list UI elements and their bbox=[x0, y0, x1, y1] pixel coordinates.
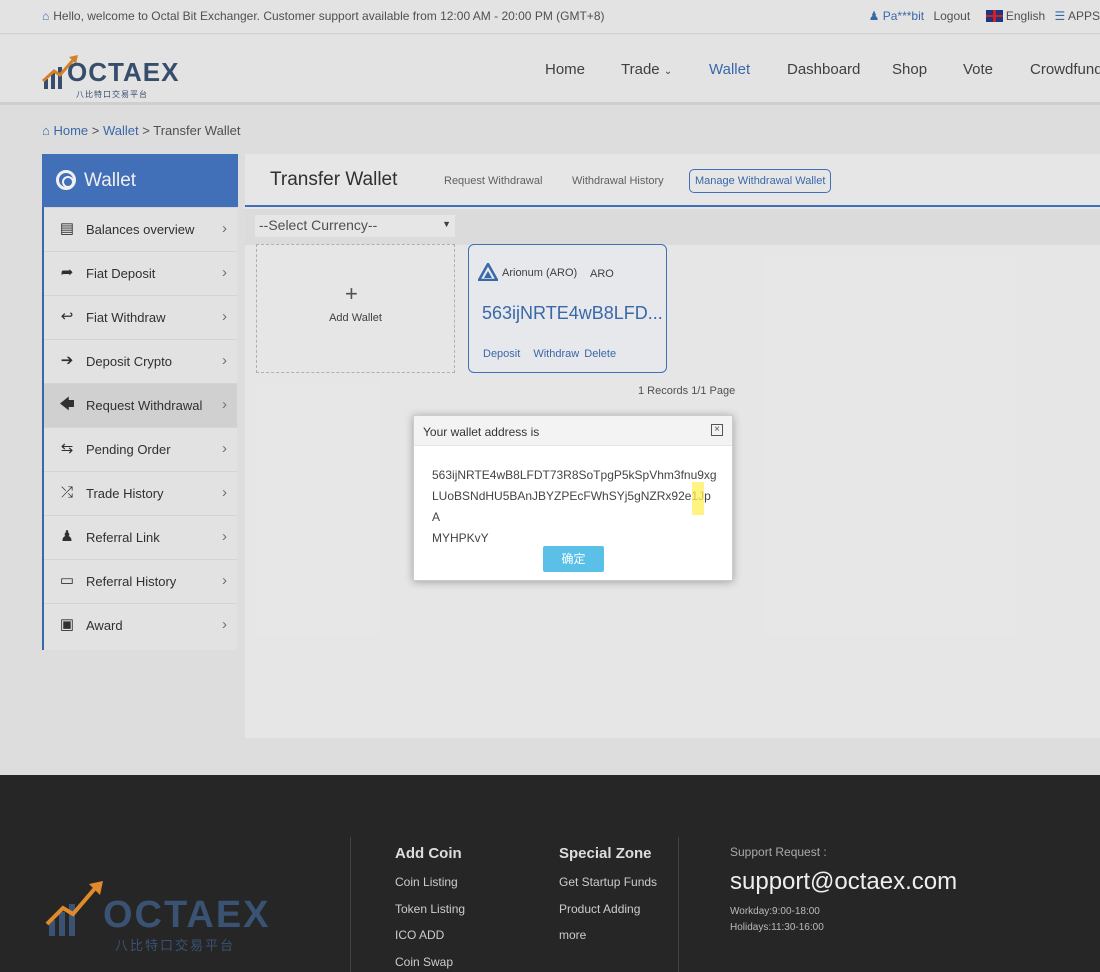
dialog-header: Your wallet address is × bbox=[414, 416, 732, 446]
dialog-title: Your wallet address is bbox=[423, 425, 540, 439]
confirm-button[interactable]: 确定 bbox=[543, 546, 604, 572]
footer-logo: OCTAEX 八比特口交易平台 bbox=[45, 880, 315, 953]
wallet-address-dialog: Your wallet address is × 563ijNRTE4wB8LF… bbox=[413, 415, 733, 581]
footer-logo-wordmark: OCTAEX bbox=[103, 894, 271, 936]
footer-logo-subtitle: 八比特口交易平台 bbox=[115, 938, 236, 953]
footer-link-token-listing[interactable]: Token Listing bbox=[395, 902, 465, 929]
footer-link-coin-listing[interactable]: Coin Listing bbox=[395, 875, 465, 902]
footer-link-startup-funds[interactable]: Get Startup Funds bbox=[559, 875, 657, 902]
close-icon[interactable]: × bbox=[711, 424, 723, 436]
dialog-address-text: 563ijNRTE4wB8LFDT73R8SoTpgP5kSpVhm3fnu9x… bbox=[432, 468, 717, 545]
footer-support: Support Request : support@octaex.com Wor… bbox=[730, 845, 958, 933]
footer-link-ico-add[interactable]: ICO ADD bbox=[395, 928, 465, 955]
footer-link-more[interactable]: more bbox=[559, 928, 657, 955]
footer-divider bbox=[678, 837, 679, 972]
modal-backdrop bbox=[0, 0, 1100, 775]
footer-special-zone: Special Zone Get Startup Funds Product A… bbox=[559, 845, 657, 955]
footer-link-product-adding[interactable]: Product Adding bbox=[559, 902, 657, 929]
text-highlight bbox=[692, 482, 704, 515]
footer-divider bbox=[350, 837, 351, 972]
footer-link-coin-swap[interactable]: Coin Swap bbox=[395, 955, 465, 972]
footer-add-coin: Add Coin Coin Listing Token Listing ICO … bbox=[395, 845, 465, 972]
site-footer: OCTAEX 八比特口交易平台 Add Coin Coin Listing To… bbox=[0, 775, 1100, 972]
support-email[interactable]: support@octaex.com bbox=[730, 868, 957, 896]
